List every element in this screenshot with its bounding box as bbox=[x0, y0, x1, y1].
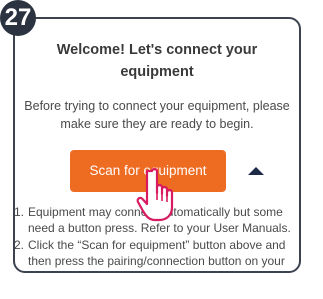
connect-equipment-card: Welcome! Let's connect your equipment Be… bbox=[13, 17, 301, 273]
chevron-up-icon[interactable] bbox=[248, 167, 264, 175]
hand-pointer-icon bbox=[136, 168, 174, 222]
step-number: 2. bbox=[14, 238, 25, 252]
card-title: Welcome! Let's connect your equipment bbox=[56, 42, 258, 80]
step-number-badge: 27 bbox=[0, 0, 36, 36]
list-item: 2. Click the “Scan for equipment” button… bbox=[14, 238, 295, 271]
step-text: Click the “Scan for equipment” button ab… bbox=[28, 238, 286, 271]
step-number: 1. bbox=[14, 205, 25, 219]
card-intro-text: Before trying to connect your equipment,… bbox=[24, 99, 290, 131]
